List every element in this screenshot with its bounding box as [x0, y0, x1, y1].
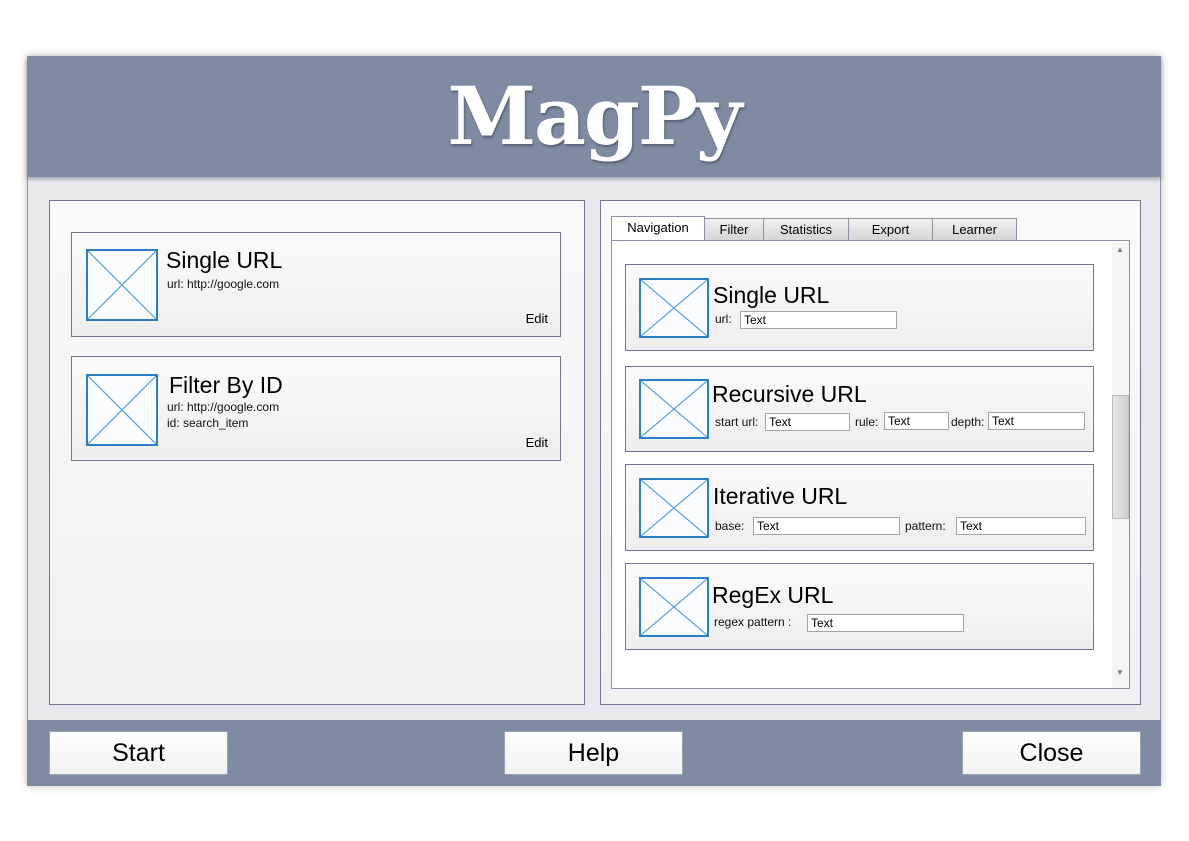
edit-link[interactable]: Edit [526, 435, 548, 450]
start-url-label: start url: [715, 415, 759, 429]
card-detail: url: http://google.com [167, 277, 280, 291]
depth-input[interactable]: Text [988, 412, 1085, 430]
image-placeholder-icon [639, 379, 709, 439]
scrollbar-thumb[interactable] [1112, 395, 1129, 519]
start-button[interactable]: Start [49, 731, 228, 775]
regex-pattern-input[interactable]: Text [807, 614, 964, 632]
module-iterative-url[interactable]: Iterative URL base: Text pattern: Text [625, 464, 1094, 551]
module-title: Iterative URL [713, 483, 848, 509]
tab-filter[interactable]: Filter [704, 218, 764, 241]
scrollbar[interactable]: ▲ ▼ [1112, 242, 1129, 688]
pattern-input[interactable]: Text [956, 517, 1086, 535]
start-url-input[interactable]: Text [765, 413, 850, 431]
workflow-card-filter-by-id[interactable]: Filter By ID url: http://google.com id: … [71, 356, 561, 461]
depth-label: depth: [951, 415, 985, 429]
regex-pattern-label: regex pattern : [714, 615, 792, 629]
base-label: base: [715, 519, 745, 533]
pattern-label: pattern: [905, 519, 946, 533]
module-title: Single URL [713, 282, 830, 308]
tab-statistics[interactable]: Statistics [763, 218, 849, 241]
module-title: RegEx URL [712, 582, 834, 608]
header: MagPy [27, 56, 1161, 177]
tab-navigation[interactable]: Navigation [611, 216, 705, 240]
scroll-up-icon[interactable]: ▲ [1116, 245, 1124, 254]
image-placeholder-icon [639, 278, 709, 338]
rule-input[interactable]: Text [884, 412, 949, 430]
base-input[interactable]: Text [753, 517, 900, 535]
image-placeholder-icon [639, 577, 709, 637]
image-placeholder-icon [86, 374, 158, 446]
image-placeholder-icon [86, 249, 158, 321]
help-button[interactable]: Help [504, 731, 683, 775]
module-regex-url[interactable]: RegEx URL regex pattern : Text [625, 563, 1094, 650]
rule-label: rule: [855, 415, 879, 429]
module-recursive-url[interactable]: Recursive URL start url: Text rule: Text… [625, 366, 1094, 452]
module-title: Recursive URL [712, 381, 867, 407]
app-logo: MagPy [447, 69, 743, 163]
tab-learner[interactable]: Learner [932, 218, 1017, 241]
card-title: Single URL [166, 247, 283, 273]
card-detail: url: http://google.com [167, 400, 280, 414]
scroll-down-icon[interactable]: ▼ [1116, 668, 1124, 677]
url-label: url: [715, 312, 732, 326]
close-button[interactable]: Close [962, 731, 1141, 775]
card-title: Filter By ID [169, 372, 283, 398]
tab-export[interactable]: Export [848, 218, 933, 241]
module-single-url[interactable]: Single URL url: Text [625, 264, 1094, 351]
url-input[interactable]: Text [740, 311, 897, 329]
image-placeholder-icon [639, 478, 709, 538]
card-detail: id: search_item [167, 416, 249, 430]
edit-link[interactable]: Edit [526, 311, 548, 326]
workflow-card-single-url[interactable]: Single URL url: http://google.com Edit [71, 232, 561, 337]
